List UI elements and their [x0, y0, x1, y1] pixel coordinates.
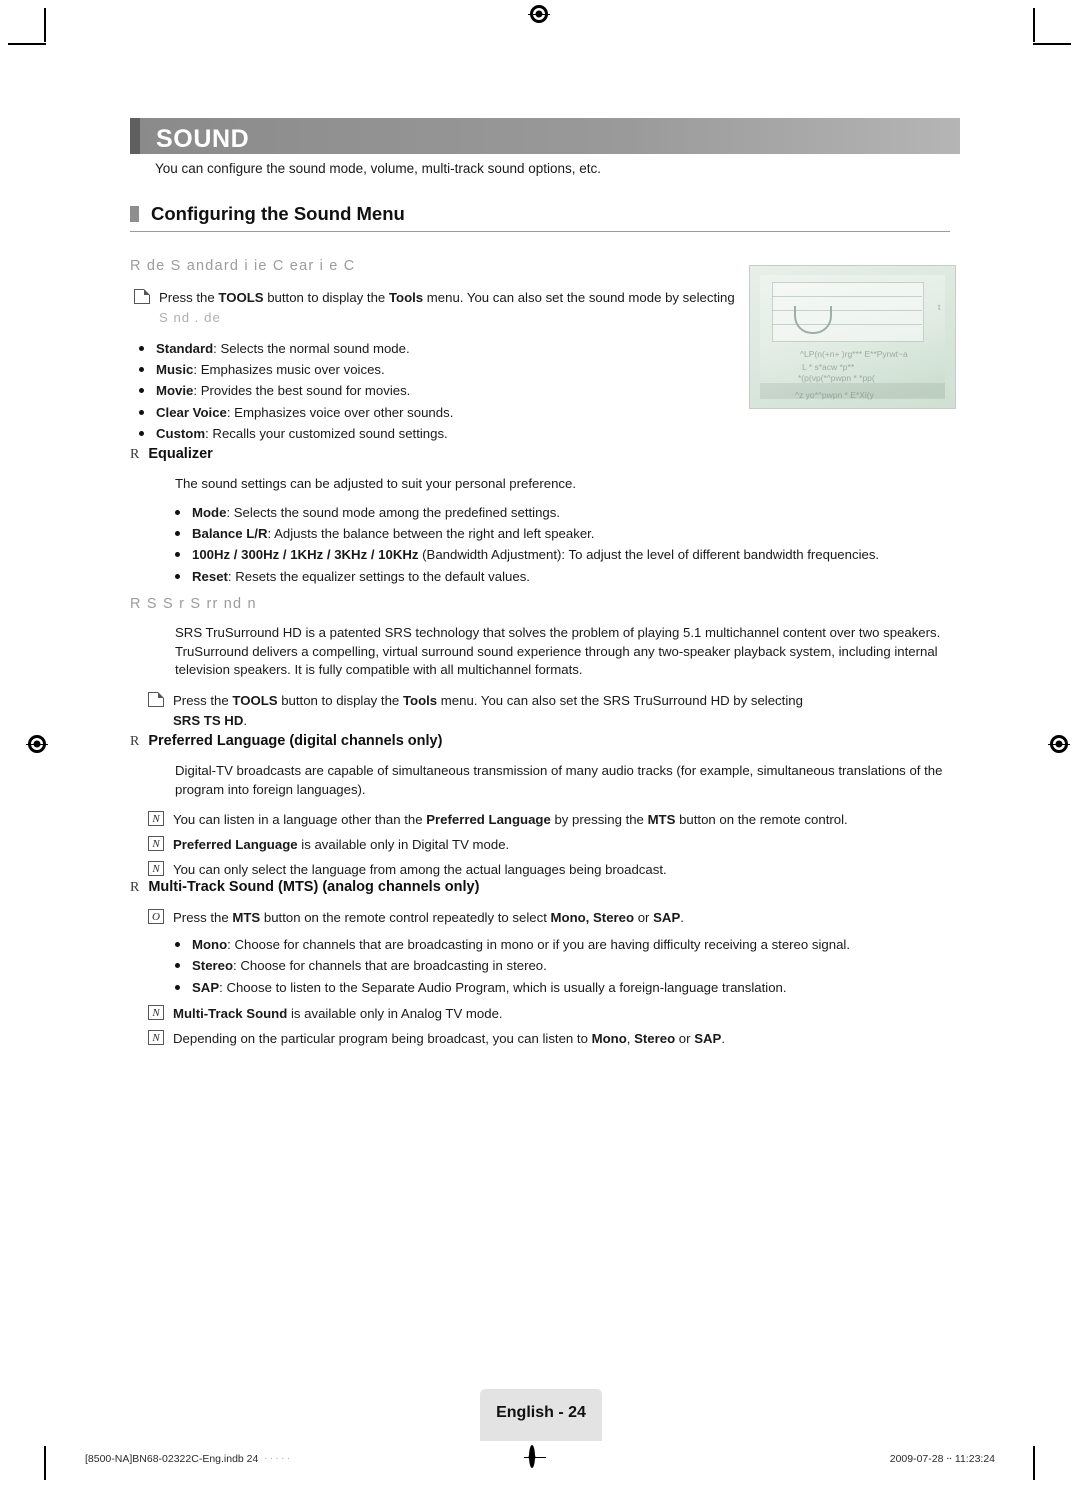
registration-mark-right: [1048, 735, 1070, 753]
bullet-dot-icon: [175, 531, 180, 537]
bullet-dot-icon: [139, 345, 144, 351]
preferred-language-heading: R Preferred Language (digital channels on…: [130, 733, 950, 750]
list-item: Mode: Selects the sound mode among the p…: [166, 502, 950, 523]
tv-label-2: L * s*acw *p**: [802, 362, 855, 372]
srs-block: R S S r S rr nd n SRS TruSurround HD is …: [130, 596, 950, 731]
sound-mode-list: Standard: Selects the normal sound mode.…: [130, 338, 740, 445]
sound-mode-block: R de S andard i ie C ear i e C Press the…: [130, 258, 740, 444]
bullet-dot-icon: [175, 941, 180, 947]
crop-mark-top-left-h: [8, 43, 46, 45]
page-number-label: English - 24: [496, 1404, 586, 1421]
list-item: Movie: Provides the best sound for movie…: [130, 380, 740, 401]
preferred-language-heading-text: Preferred Language (digital channels onl…: [148, 733, 443, 749]
tv-menu-illustration: ^LP(n(+n+ )rg*** E**Pyrwt~a L * s*acw *p…: [749, 265, 956, 409]
page-heading: Configuring the Sound Menu: [130, 203, 950, 232]
section-banner: SOUND: [130, 118, 960, 154]
list-item: Mono: Choose for channels that are broad…: [166, 934, 950, 955]
bullet-dot-icon: [175, 509, 180, 515]
srs-tools-note: Press the TOOLS button to display the To…: [144, 691, 950, 731]
section-intro: You can configure the sound mode, volume…: [155, 161, 602, 176]
crop-mark-bottom-left-v: [44, 1446, 46, 1480]
mts-list: Mono: Choose for channels that are broad…: [166, 934, 950, 998]
section-marker-icon: R: [130, 734, 140, 749]
tools-icon: [148, 692, 164, 708]
list-item: Standard: Selects the normal sound mode.: [130, 338, 740, 359]
section-banner-accent: [130, 118, 140, 154]
note-icon: N: [148, 1029, 164, 1045]
equalizer-heading: R Equalizer: [130, 446, 950, 463]
section-title: SOUND: [156, 125, 250, 153]
mts-note-1: N Multi-Track Sound is available only in…: [144, 1004, 950, 1024]
preferred-language-block: R Preferred Language (digital channels on…: [130, 733, 950, 880]
note-icon: N: [148, 836, 164, 852]
preferred-language-note-1: N You can listen in a language other tha…: [144, 810, 950, 830]
mts-heading-text: Multi-Track Sound (MTS) (analog channels…: [148, 879, 480, 895]
preferred-language-paragraph: Digital-TV broadcasts are capable of sim…: [175, 763, 943, 797]
page-number-tab: English - 24: [480, 1389, 602, 1441]
crop-mark-top-right-v: [1033, 8, 1035, 42]
mts-note-2: N Depending on the particular program be…: [144, 1029, 950, 1049]
equalizer-list: Mode: Selects the sound mode among the p…: [166, 502, 950, 588]
preferred-language-note-3: N You can only select the language from …: [144, 860, 950, 880]
mts-top-note: O Press the MTS button on the remote con…: [144, 908, 950, 928]
tv-bottom-bar: [760, 383, 945, 399]
bullet-dot-icon: [175, 552, 180, 558]
crop-mark-top-right-h: [1033, 43, 1071, 45]
bullet-dot-icon: [139, 366, 144, 372]
tv-menu-divider: [772, 324, 922, 325]
bullet-dot-icon: [139, 431, 144, 437]
crop-mark-bottom-right-v: [1033, 1446, 1035, 1480]
page-heading-text: Configuring the Sound Menu: [151, 203, 405, 224]
preferred-language-note-2: N Preferred Language is available only i…: [144, 835, 950, 855]
footer-right-text: 2009-07-28 ⸱⸱ 11:23:24: [889, 1453, 995, 1465]
list-item: Custom: Recalls your customized sound se…: [130, 423, 740, 444]
tv-label-1: ^LP(n(+n+ )rg*** E**Pyrwt~a: [800, 349, 908, 359]
list-item: Stereo: Choose for channels that are bro…: [166, 955, 950, 976]
srs-heading: R S S r S rr nd n: [130, 596, 257, 612]
list-item: Reset: Resets the equalizer settings to …: [166, 566, 950, 587]
tools-note-text: Press the TOOLS button to display the To…: [159, 290, 735, 325]
crop-mark-top-left-v: [44, 8, 46, 42]
bullet-dot-icon: [139, 388, 144, 394]
note-icon: N: [148, 1004, 164, 1020]
tv-label-5: t: [938, 302, 941, 312]
section-marker-icon: R: [130, 880, 140, 895]
srs-note-text: Press the TOOLS button to display the To…: [173, 693, 803, 728]
list-item: Clear Voice: Emphasizes voice over other…: [130, 402, 740, 423]
list-item: Balance L/R: Adjusts the balance between…: [166, 523, 950, 544]
section-marker-icon: R: [130, 447, 140, 462]
footer-registration-mark: [529, 1445, 535, 1468]
equalizer-intro: The sound settings can be adjusted to su…: [175, 476, 577, 491]
heading-square-icon: [130, 206, 139, 222]
note-icon: N: [148, 811, 164, 827]
tv-label-3: *(p(vp(*^pwpn * *pp(: [798, 373, 875, 383]
list-item: Music: Emphasizes music over voices.: [130, 359, 740, 380]
equalizer-block: R Equalizer The sound settings can be adj…: [130, 446, 950, 587]
footer-left-text: [8500-NA]BN68-02322C-Eng.indb 24 ⸱ ⸱ ⸱ ⸱…: [85, 1453, 290, 1465]
srs-paragraph: SRS TruSurround HD is a patented SRS tec…: [175, 625, 941, 678]
list-item: SAP: Choose to listen to the Separate Au…: [166, 977, 950, 998]
registration-mark-left: [26, 735, 48, 753]
note-icon: N: [148, 861, 164, 877]
bullet-dot-icon: [175, 963, 180, 969]
page-canvas: SOUND You can configure the sound mode, …: [0, 0, 1080, 1488]
registration-mark-bottom: [529, 1445, 535, 1468]
bullet-dot-icon: [175, 984, 180, 990]
tools-icon: [134, 289, 150, 304]
note-icon: O: [148, 909, 164, 924]
sound-mode-heading: R de S andard i ie C ear i e C: [130, 258, 356, 274]
list-item: 100Hz / 300Hz / 1KHz / 3KHz / 10KHz (Ban…: [166, 544, 950, 565]
sound-mode-menu-path-faded: S nd . de: [159, 309, 221, 325]
mts-heading: R Multi-Track Sound (MTS) (analog channel…: [130, 879, 950, 896]
mts-block: R Multi-Track Sound (MTS) (analog channel…: [130, 879, 950, 1049]
sound-mode-tools-note: Press the TOOLS button to display the To…: [130, 288, 740, 328]
bullet-dot-icon: [139, 409, 144, 415]
equalizer-heading-text: Equalizer: [148, 446, 213, 462]
tv-menu-divider: [772, 296, 922, 297]
registration-mark-top: [528, 5, 550, 23]
bullet-dot-icon: [175, 573, 180, 579]
